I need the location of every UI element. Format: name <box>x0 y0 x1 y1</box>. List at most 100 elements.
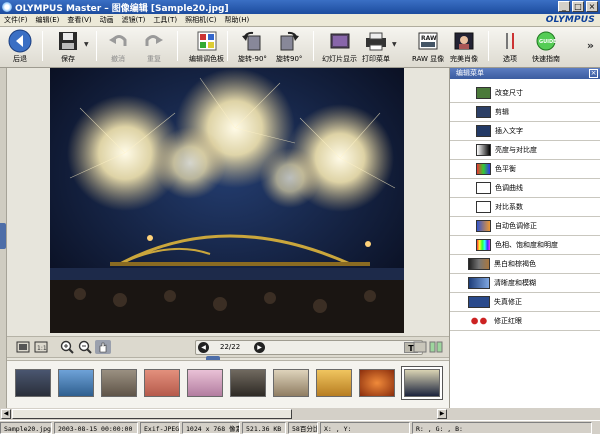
edit-item-label: 色调曲线 <box>495 184 523 192</box>
edit-item-red-eye[interactable]: 修正红眼 <box>450 312 600 331</box>
distortion-icon <box>468 296 490 308</box>
actual-size-button[interactable]: 1:1 <box>33 340 49 354</box>
status-filename: Sample20.jpg <box>0 421 52 434</box>
redo-button[interactable]: 重复 <box>142 29 166 64</box>
edit-item-label: 色相、饱和度和明度 <box>495 241 558 249</box>
rotate-right-button[interactable]: 旋转90° <box>276 29 302 64</box>
menu-bar: 文件(F) 编辑(E) 查看(V) 动画 滤镜(T) 工具(T) 照相机(C) … <box>0 14 600 27</box>
menu-view[interactable]: 查看(V) <box>67 15 91 25</box>
toolbar-more-icon[interactable]: » <box>587 39 594 52</box>
raw-develop-button[interactable]: RAW RAW 显像 <box>412 29 444 64</box>
edit-item-resize[interactable]: 改变尺寸 <box>450 84 600 103</box>
thumbnail[interactable] <box>15 369 51 397</box>
edit-item-label: 修正红眼 <box>494 317 522 325</box>
left-panel-toggle[interactable] <box>0 223 6 249</box>
page-indicator: 22/22 <box>220 343 241 351</box>
edit-item-distortion[interactable]: 失真修正 <box>450 293 600 312</box>
print-dropdown-icon[interactable]: ▼ <box>392 41 397 48</box>
thumbnail[interactable] <box>144 369 180 397</box>
edit-item-sharpness-blur[interactable]: 清晰度和模糊 <box>450 274 600 293</box>
hue-saturation-icon <box>476 239 491 251</box>
back-arrow-icon <box>8 29 32 53</box>
menu-tools[interactable]: 工具(T) <box>153 15 177 25</box>
olympus-logo: OLYMPUS <box>545 15 595 25</box>
panel-close-button[interactable]: × <box>589 69 598 78</box>
actual-size-icon: 1:1 <box>34 341 48 353</box>
sepia-icon <box>468 258 490 270</box>
thumbnail[interactable] <box>58 369 94 397</box>
save-dropdown-icon[interactable]: ▼ <box>84 41 89 48</box>
rotate-left-button[interactable]: 旋转-90° <box>238 29 267 64</box>
floppy-disk-icon <box>56 29 80 53</box>
menu-animation[interactable]: 动画 <box>100 15 114 25</box>
thumbnail-scrollbar[interactable]: ◀ ▶ <box>0 408 449 420</box>
status-coordinates: X: , Y: <box>320 421 410 434</box>
hand-tool-button[interactable] <box>95 340 111 354</box>
print-menu-button[interactable]: 打印菜单 <box>362 29 390 64</box>
text-icon <box>476 125 491 137</box>
menu-file[interactable]: 文件(F) <box>4 15 28 25</box>
thumbnail-selected[interactable] <box>402 367 442 399</box>
scroll-left-button[interactable]: ◀ <box>1 409 11 419</box>
thumbnail[interactable] <box>187 369 223 397</box>
edit-item-tone-curve[interactable]: 色调曲线 <box>450 179 600 198</box>
scroll-thumb[interactable] <box>12 409 292 419</box>
toolbar: 后退 保存 ▼ 撤消 重复 编辑调色板 旋转-90° 旋转90° 幻灯片显示 打… <box>0 27 600 68</box>
menu-edit[interactable]: 编辑(E) <box>36 15 60 25</box>
thumbnail[interactable] <box>316 369 352 397</box>
save-button[interactable]: 保存 <box>56 29 80 64</box>
thumbnail[interactable] <box>101 369 137 397</box>
edit-item-crop[interactable]: 剪辑 <box>450 103 600 122</box>
mode-name: 图像编辑 <box>111 3 148 14</box>
options-button[interactable]: 选项 <box>498 29 522 64</box>
thumbnail[interactable] <box>273 369 309 397</box>
edit-item-insert-text[interactable]: 插入文字 <box>450 122 600 141</box>
menu-camera[interactable]: 照相机(C) <box>185 15 216 25</box>
edit-item-label: 改变尺寸 <box>495 89 523 97</box>
edit-item-label: 清晰度和模糊 <box>494 279 536 287</box>
gamma-icon <box>476 201 491 213</box>
thumbnail[interactable] <box>230 369 266 397</box>
edit-item-hue-saturation[interactable]: 色相、饱和度和明度 <box>450 236 600 255</box>
edit-item-label: 黑白和棕褐色 <box>494 260 536 268</box>
edit-item-label: 自动色调修正 <box>495 222 537 230</box>
thumbnail[interactable] <box>359 369 395 397</box>
single-view-button[interactable] <box>412 340 428 354</box>
edit-item-label: 插入文字 <box>495 127 523 135</box>
rotate-right-icon <box>277 29 301 53</box>
fit-window-button[interactable] <box>15 340 31 354</box>
close-button[interactable]: × <box>586 1 598 12</box>
edit-menu-panel: 编辑菜单 × 改变尺寸 剪辑 插入文字 亮度与对比度 色平衡 色调曲线 对比系数… <box>449 68 600 408</box>
edit-item-auto-tone[interactable]: 自动色调修正 <box>450 217 600 236</box>
edit-item-monochrome-sepia[interactable]: 黑白和棕褐色 <box>450 255 600 274</box>
quick-guide-button[interactable]: GUIDE 快速指南 <box>532 29 560 64</box>
menu-filter[interactable]: 滤镜(T) <box>122 15 146 25</box>
auto-tone-icon <box>476 220 491 232</box>
edit-item-label: 对比系数 <box>495 203 523 211</box>
rotate-left-label: 旋转-90° <box>238 55 267 63</box>
back-button[interactable]: 后退 <box>8 29 32 64</box>
undo-icon <box>106 29 130 53</box>
menu-help[interactable]: 帮助(H) <box>225 15 250 25</box>
edit-item-brightness-contrast[interactable]: 亮度与对比度 <box>450 141 600 160</box>
back-label: 后退 <box>13 55 27 63</box>
previous-image-button[interactable]: ◀ <box>198 342 209 353</box>
perfect-portrait-button[interactable]: 完美肖像 <box>450 29 478 64</box>
edit-item-gamma[interactable]: 对比系数 <box>450 198 600 217</box>
rotate-right-label: 旋转90° <box>276 55 303 63</box>
undo-button[interactable]: 撤消 <box>106 29 130 64</box>
zoom-out-button[interactable] <box>77 340 93 354</box>
maximize-button[interactable]: □ <box>572 1 584 12</box>
compare-view-button[interactable] <box>428 340 444 354</box>
minimize-button[interactable]: _ <box>558 1 570 12</box>
quick-guide-label: 快速指南 <box>532 55 560 63</box>
panel-bottom-filler <box>449 408 600 420</box>
window-title: OLYMPUS Master – 图像编辑 [Sample20.jpg] <box>15 1 229 14</box>
scroll-right-button[interactable]: ▶ <box>437 409 447 419</box>
app-name: OLYMPUS Master <box>15 3 102 14</box>
slideshow-button[interactable]: 幻灯片显示 <box>322 29 357 64</box>
zoom-in-button[interactable] <box>59 340 75 354</box>
next-image-button[interactable]: ▶ <box>254 342 265 353</box>
edit-palette-button[interactable]: 编辑调色板 <box>189 29 224 64</box>
edit-item-color-balance[interactable]: 色平衡 <box>450 160 600 179</box>
